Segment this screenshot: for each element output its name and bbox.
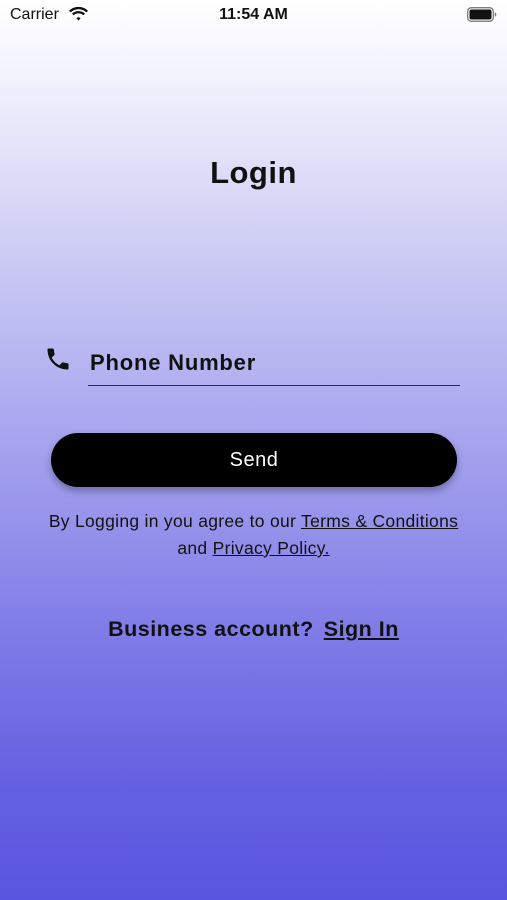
send-button[interactable]: Send [51, 433, 457, 487]
phone-icon [47, 348, 69, 370]
battery-icon [467, 7, 497, 22]
terms-notice: By Logging in you agree to our Terms & C… [40, 508, 467, 562]
terms-prefix: By Logging in you agree to our [48, 511, 297, 531]
terms-conditions-link[interactable]: Terms & Conditions [301, 511, 458, 531]
phone-number-input[interactable] [88, 340, 460, 386]
clock: 11:54 AM [219, 6, 288, 23]
business-account-row: Business account? Sign In [0, 617, 507, 642]
terms-conjunction: and [177, 538, 208, 558]
privacy-policy-link[interactable]: Privacy Policy. [213, 538, 330, 558]
status-bar: Carrier 11:54 AM [0, 0, 507, 30]
sign-in-link[interactable]: Sign In [324, 617, 399, 641]
business-account-prompt: Business account? [108, 617, 314, 641]
page-title: Login [210, 155, 297, 190]
login-screen: Carrier 11:54 AM Login Send By Logging i… [0, 0, 507, 900]
